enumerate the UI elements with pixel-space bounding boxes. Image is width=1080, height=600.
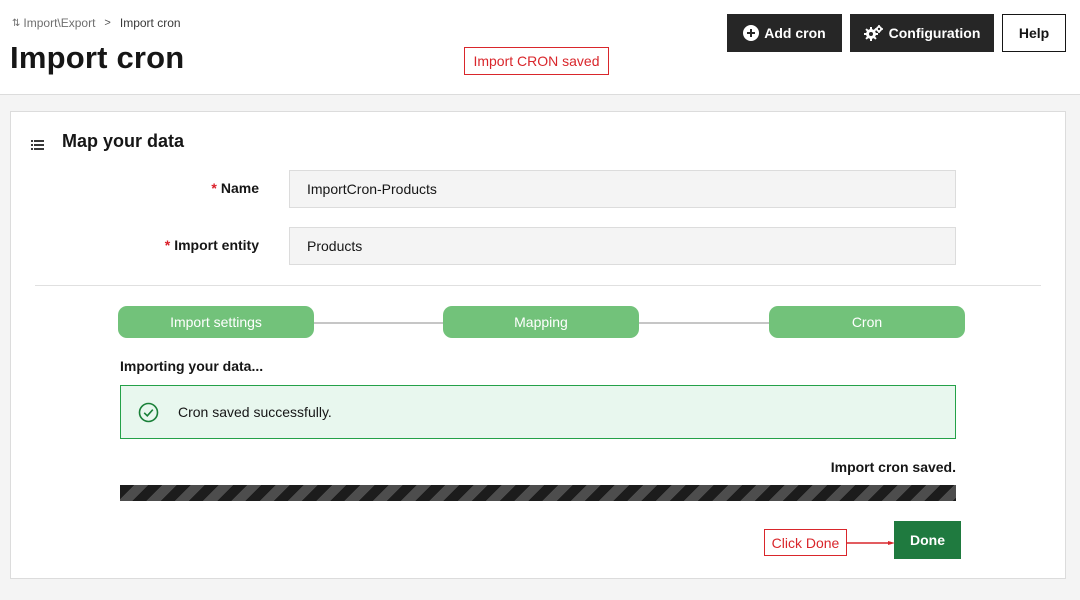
name-field[interactable]: ImportCron-Products <box>289 170 956 208</box>
breadcrumb-separator: > <box>104 17 111 29</box>
success-message: Cron saved successfully. <box>178 404 332 420</box>
add-cron-label: Add cron <box>764 25 826 41</box>
annotation-arrow <box>847 541 895 545</box>
step-import-settings[interactable]: Import settings <box>118 306 314 338</box>
import-export-icon: ⇅ <box>12 17 21 29</box>
divider <box>35 285 1041 286</box>
plus-circle-icon <box>743 25 760 41</box>
name-label: * Name <box>211 180 259 196</box>
annotation-import-cron-saved: Import CRON saved <box>464 47 609 75</box>
breadcrumb: ⇅ Import\Export > Import cron <box>12 16 181 30</box>
annotation-click-done: Click Done <box>764 529 847 556</box>
import-entity-label: * Import entity <box>164 237 259 253</box>
progress-bar <box>120 485 956 501</box>
gears-icon <box>863 25 884 41</box>
map-data-card: Map your data * Name ImportCron-Products … <box>10 111 1066 579</box>
import-entity-field[interactable]: Products <box>289 227 956 265</box>
required-mark: * <box>211 180 217 196</box>
success-notification: Cron saved successfully. <box>120 385 956 439</box>
help-button[interactable]: Help <box>1002 14 1066 52</box>
card-title: Map your data <box>62 131 185 151</box>
configuration-button[interactable]: Configuration <box>850 14 994 52</box>
step-cron[interactable]: Cron <box>769 306 965 338</box>
list-icon <box>31 137 44 150</box>
checkmark-outline-icon <box>138 402 159 423</box>
step-mapping[interactable]: Mapping <box>443 306 639 338</box>
progress-fill <box>120 485 956 501</box>
step-connector <box>314 322 443 324</box>
breadcrumb-link-import-export[interactable]: Import\Export <box>23 16 95 30</box>
done-button[interactable]: Done <box>894 521 961 559</box>
add-cron-button[interactable]: Add cron <box>727 14 842 52</box>
import-status-text: Import cron saved. <box>830 459 956 475</box>
importing-heading: Importing your data... <box>120 358 264 374</box>
breadcrumb-current: Import cron <box>119 16 181 30</box>
required-mark: * <box>164 237 171 253</box>
configuration-label: Configuration <box>888 25 981 41</box>
page-title: Import cron <box>10 40 185 75</box>
step-connector <box>639 322 769 324</box>
